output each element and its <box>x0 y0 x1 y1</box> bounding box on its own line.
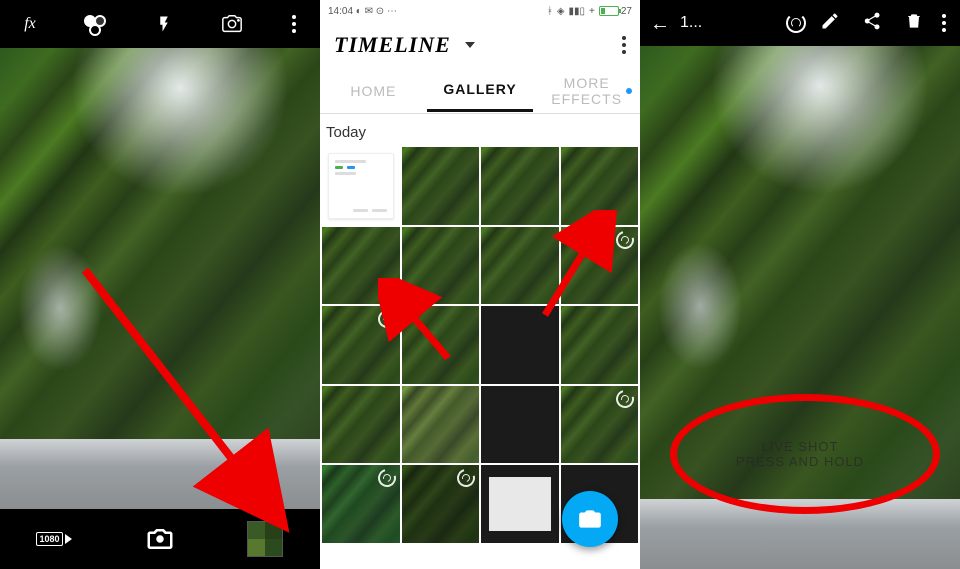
viewer-title: 1... <box>680 14 702 32</box>
shutter-button[interactable] <box>145 524 175 554</box>
color-filter-icon[interactable] <box>84 15 106 33</box>
resolution-badge[interactable]: 1080 <box>36 532 71 546</box>
camera-screen: fx 1080 <box>0 0 320 569</box>
viewer-toolbar: ← 1... <box>640 0 960 46</box>
grid-item[interactable] <box>402 386 480 464</box>
grid-item[interactable] <box>402 227 480 305</box>
back-icon[interactable]: ← <box>650 11 670 36</box>
camera-flip-icon[interactable] <box>221 13 243 35</box>
bluetooth-icon: ᚼ <box>547 6 553 17</box>
grid-item-card[interactable] <box>322 147 400 225</box>
chevron-down-icon <box>465 42 475 48</box>
grid-item[interactable] <box>481 147 559 225</box>
flash-icon[interactable] <box>155 15 173 33</box>
camera-bottom-toolbar: 1080 <box>0 509 320 569</box>
camera-fab[interactable] <box>562 491 618 547</box>
gallery-title-text: TIMELINE <box>334 32 451 58</box>
battery-icon: 27 <box>599 6 632 17</box>
tab-gallery[interactable]: GALLERY <box>427 69 534 112</box>
camera-viewfinder[interactable] <box>0 48 320 509</box>
grid-item-live[interactable] <box>402 465 480 543</box>
gallery-title-dropdown[interactable]: TIMELINE <box>334 32 475 58</box>
thumbnail-grid <box>320 147 640 543</box>
hint-line2: PRESS AND HOLD <box>736 454 864 469</box>
more-icon[interactable] <box>938 14 950 32</box>
fx-icon[interactable]: fx <box>24 15 36 33</box>
grid-item-live[interactable] <box>322 465 400 543</box>
live-shot-hint: LIVE SHOT PRESS AND HOLD <box>736 439 864 469</box>
hint-line1: LIVE SHOT <box>736 439 864 454</box>
resolution-label: 1080 <box>36 532 62 546</box>
gallery-thumbnail[interactable] <box>247 521 283 557</box>
grid-item-live[interactable] <box>322 306 400 384</box>
section-header-today: Today <box>320 114 640 147</box>
live-spiral-icon[interactable] <box>786 13 806 33</box>
grid-item[interactable] <box>402 147 480 225</box>
tab-more-effects[interactable]: MORE EFFECTS <box>533 63 640 119</box>
camera-top-toolbar: fx <box>0 0 320 48</box>
share-icon[interactable] <box>854 11 890 35</box>
grid-item[interactable] <box>322 386 400 464</box>
more-icon[interactable] <box>622 36 626 54</box>
grid-item[interactable] <box>481 227 559 305</box>
tab-home[interactable]: HOME <box>320 71 427 111</box>
gallery-tabs: HOME GALLERY MORE EFFECTS <box>320 68 640 114</box>
gallery-header: TIMELINE <box>320 22 640 68</box>
grid-item[interactable] <box>322 227 400 305</box>
grid-item[interactable] <box>481 465 559 543</box>
delete-icon[interactable] <box>896 11 932 35</box>
grid-item-live[interactable] <box>561 386 639 464</box>
grid-item[interactable] <box>561 306 639 384</box>
photo-viewer-screen: ← 1... LIVE SHOT PRESS AND HOLD <box>640 0 960 569</box>
edit-icon[interactable] <box>812 11 848 35</box>
wifi-icon: ◈ <box>557 6 565 17</box>
new-dot-icon <box>626 88 632 94</box>
gallery-screen: 14:04 ◐ ✉ ⊙ ⋯ ᚼ ◈ ▮▮▯ + 27 TIMELINE HOME… <box>320 0 640 569</box>
tab-more-label: MORE EFFECTS <box>551 75 622 107</box>
grid-item-live[interactable] <box>561 227 639 305</box>
signal-icon: ▮▮▯ <box>569 6 586 17</box>
grid-item[interactable] <box>561 147 639 225</box>
grid-item-dark[interactable] <box>481 306 559 384</box>
battery-pct: 27 <box>621 6 632 17</box>
more-icon[interactable] <box>292 15 296 33</box>
status-bar: 14:04 ◐ ✉ ⊙ ⋯ ᚼ ◈ ▮▮▯ + 27 <box>320 0 640 22</box>
grid-item-dark[interactable] <box>481 386 559 464</box>
photo-viewport[interactable] <box>640 46 960 569</box>
grid-item[interactable] <box>402 306 480 384</box>
status-time: 14:04 <box>328 6 353 17</box>
